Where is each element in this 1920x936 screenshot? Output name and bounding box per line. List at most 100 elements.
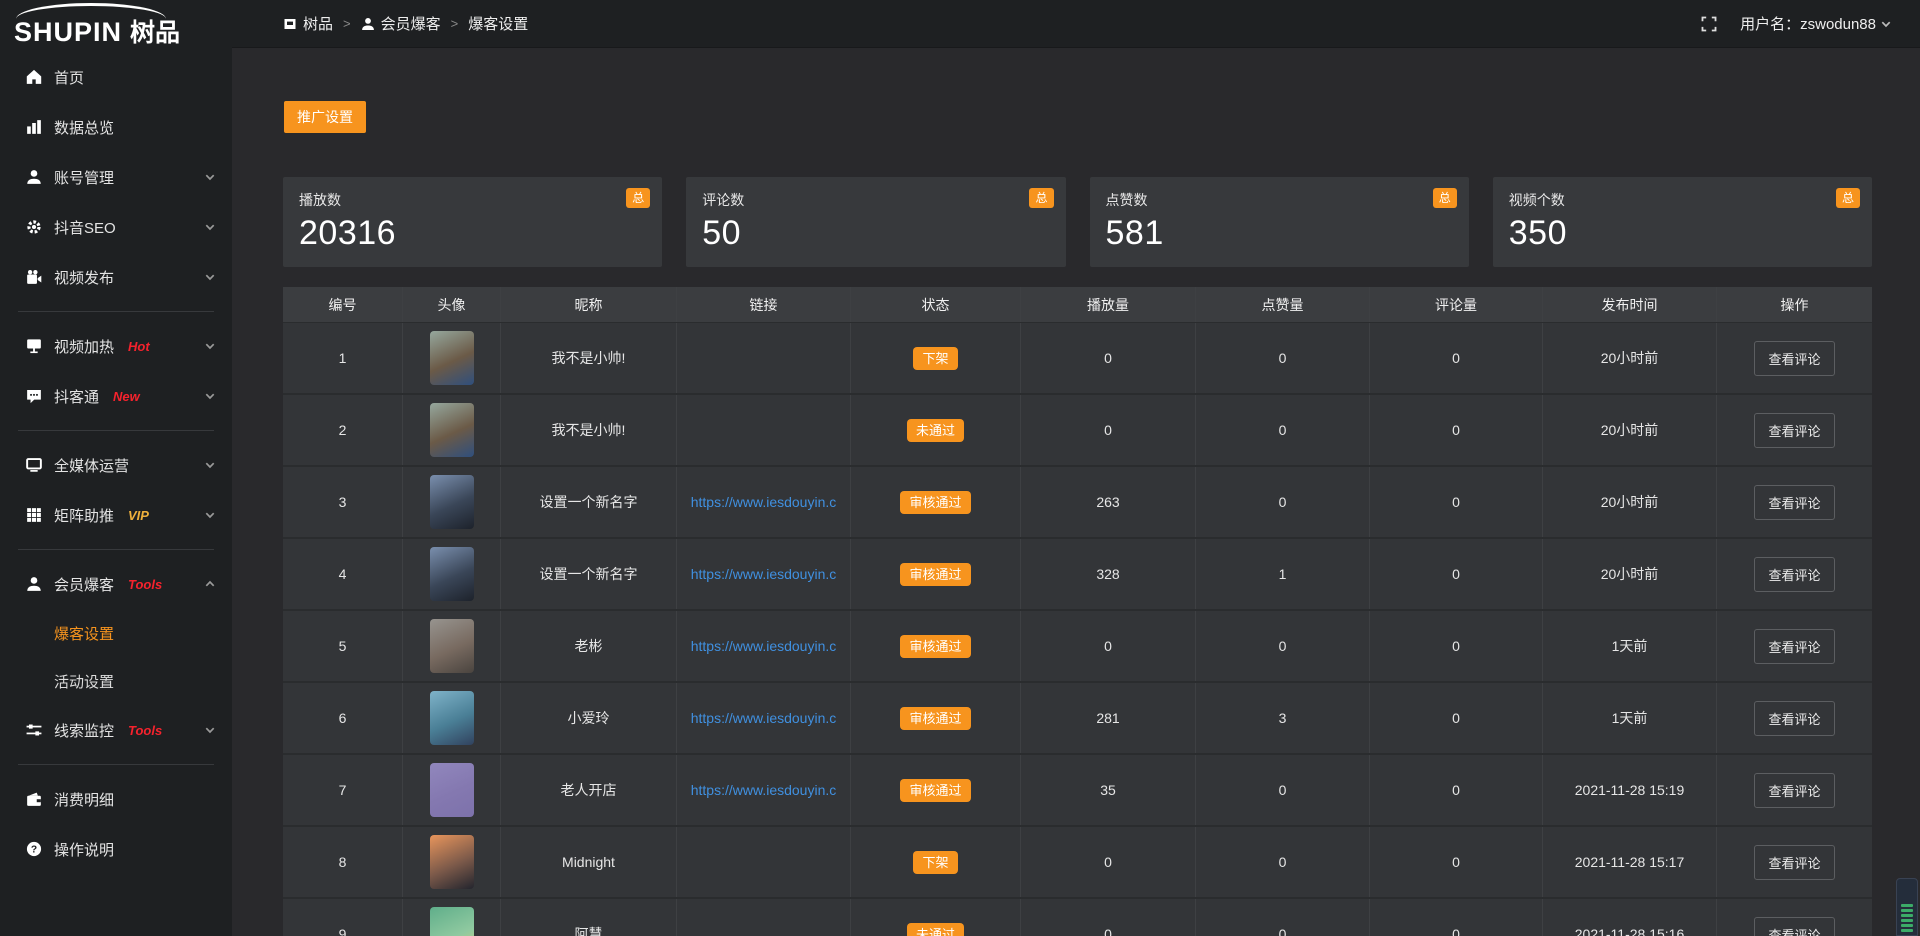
video-link[interactable]: https://www.iesdouyin.c (691, 638, 837, 654)
cell-action: 查看评论 (1717, 611, 1872, 681)
cell-likes: 0 (1196, 323, 1370, 393)
cell-link (677, 395, 851, 465)
topbar-right: 用户名：zswodun88 (1700, 13, 1892, 34)
sidebar-divider (18, 764, 214, 765)
sidebar-item-矩阵助推[interactable]: 矩阵助推VIP (0, 490, 232, 540)
sidebar-item-全媒体运营[interactable]: 全媒体运营 (0, 440, 232, 490)
cell-avatar (403, 683, 501, 753)
sidebar-subitem-活动设置[interactable]: 活动设置 (0, 657, 232, 705)
cell-publish-time: 20小时前 (1543, 467, 1717, 537)
cell-publish-time: 2021-11-28 15:17 (1543, 827, 1717, 897)
stat-card-label: 点赞数 (1106, 190, 1453, 210)
cell-number: 8 (283, 827, 403, 897)
cell-comments: 0 (1370, 467, 1543, 537)
user-dropdown[interactable]: 用户名：zswodun88 (1740, 13, 1892, 34)
breadcrumb-item-树品[interactable]: 树品 (283, 13, 333, 34)
chevron-down-icon (204, 724, 216, 736)
view-comments-button[interactable]: 查看评论 (1754, 341, 1834, 376)
fullscreen-icon[interactable] (1700, 15, 1718, 33)
avatar (430, 835, 474, 889)
app-icon (283, 17, 297, 31)
sidebar-item-线索监控[interactable]: 线索监控 Tools (0, 705, 232, 755)
cell-publish-time: 2021-11-28 15:19 (1543, 755, 1717, 825)
video-link[interactable]: https://www.iesdouyin.c (691, 710, 837, 726)
cell-action: 查看评论 (1717, 899, 1872, 936)
table-header-状态: 状态 (851, 287, 1021, 322)
cell-action: 查看评论 (1717, 683, 1872, 753)
view-comments-button[interactable]: 查看评论 (1754, 413, 1834, 448)
table-row: 7老人开店https://www.iesdouyin.c审核通过35002021… (283, 755, 1872, 827)
chevron-down-icon (204, 509, 216, 521)
cell-likes: 0 (1196, 467, 1370, 537)
cell-plays: 35 (1021, 755, 1196, 825)
sidebar-badge-VIP: VIP (128, 508, 149, 523)
sidebar-item-抖音SEO[interactable]: 抖音SEO (0, 202, 232, 252)
sidebar-item-数据总览[interactable]: 数据总览 (0, 102, 232, 152)
cell-link: https://www.iesdouyin.c (677, 611, 851, 681)
video-link[interactable]: https://www.iesdouyin.c (691, 566, 837, 582)
cell-action: 查看评论 (1717, 539, 1872, 609)
video-link[interactable]: https://www.iesdouyin.c (691, 782, 837, 798)
view-comments-button[interactable]: 查看评论 (1754, 845, 1834, 880)
cell-action: 查看评论 (1717, 755, 1872, 825)
cell-comments: 0 (1370, 683, 1543, 753)
status-badge: 审核通过 (900, 707, 970, 730)
floating-widget[interactable] (1896, 878, 1918, 936)
table-row: 2我不是小帅!未通过00020小时前查看评论 (283, 395, 1872, 467)
cell-plays: 0 (1021, 827, 1196, 897)
sidebar-item-首页[interactable]: 首页 (0, 52, 232, 102)
cell-nickname: 老人开店 (501, 755, 677, 825)
view-comments-button[interactable]: 查看评论 (1754, 773, 1834, 808)
chevron-down-icon (204, 271, 216, 283)
video-icon (26, 269, 42, 285)
view-comments-button[interactable]: 查看评论 (1754, 629, 1834, 664)
sidebar-item-操作说明[interactable]: ?操作说明 (0, 824, 232, 874)
app-logo[interactable]: SHUPIN 树品 (0, 0, 232, 48)
promo-settings-button[interactable]: 推广设置 (283, 100, 367, 134)
logo-arc-icon (16, 3, 166, 19)
sidebar-item-label: 视频发布 (54, 267, 114, 288)
view-comments-button[interactable]: 查看评论 (1754, 917, 1834, 936)
sidebar-item-抖客通[interactable]: 抖客通New (0, 371, 232, 421)
cell-status: 审核通过 (851, 683, 1021, 753)
sidebar-badge-Hot: Hot (128, 339, 150, 354)
username-label: 用户名：zswodun88 (1740, 13, 1876, 34)
cell-nickname: Midnight (501, 827, 677, 897)
view-comments-button[interactable]: 查看评论 (1754, 485, 1834, 520)
sidebar-item-账号管理[interactable]: 账号管理 (0, 152, 232, 202)
cell-avatar (403, 539, 501, 609)
sidebar-item-视频加热[interactable]: 视频加热 Hot (0, 321, 232, 371)
view-comments-button[interactable]: 查看评论 (1754, 557, 1834, 592)
sidebar-item-消费明细[interactable]: 消费明细 (0, 774, 232, 824)
home-icon (26, 69, 42, 85)
status-badge: 未通过 (907, 923, 964, 936)
table-header-发布时间: 发布时间 (1543, 287, 1717, 322)
total-badge: 总 (1029, 188, 1053, 208)
cell-number: 4 (283, 539, 403, 609)
cell-nickname: 设置一个新名字 (501, 539, 677, 609)
cell-comments: 0 (1370, 827, 1543, 897)
sidebar: SHUPIN 树品 首页数据总览账号管理抖音SEO 视频发布视频加热 Hot 抖客通N… (0, 0, 232, 936)
cell-publish-time: 2021-11-28 15:16 (1543, 899, 1717, 936)
cell-publish-time: 20小时前 (1543, 539, 1717, 609)
breadcrumb-item-会员爆客[interactable]: 会员爆客 (361, 13, 441, 34)
sidebar-item-label: 首页 (54, 67, 84, 88)
breadcrumb: 树品>会员爆客>爆客设置 (283, 13, 528, 34)
sidebar-item-label: 线索监控 (54, 720, 114, 741)
cell-status: 下架 (851, 827, 1021, 897)
sidebar-item-视频发布[interactable]: 视频发布 (0, 252, 232, 302)
monitor-icon (26, 457, 42, 473)
cell-status: 下架 (851, 323, 1021, 393)
view-comments-button[interactable]: 查看评论 (1754, 701, 1834, 736)
sidebar-item-会员爆客[interactable]: 会员爆客Tools (0, 559, 232, 609)
cell-comments: 0 (1370, 395, 1543, 465)
gear-icon (26, 219, 42, 235)
cell-publish-time: 1天前 (1543, 611, 1717, 681)
sidebar-item-label: 视频加热 (54, 336, 114, 357)
breadcrumb-item-爆客设置: 爆客设置 (468, 13, 528, 34)
chevron-down-icon (204, 459, 216, 471)
sidebar-subitem-爆客设置[interactable]: 爆客设置 (0, 609, 232, 657)
total-badge: 总 (1836, 188, 1860, 208)
sidebar-badge-Tools: Tools (128, 723, 162, 738)
video-link[interactable]: https://www.iesdouyin.c (691, 494, 837, 510)
